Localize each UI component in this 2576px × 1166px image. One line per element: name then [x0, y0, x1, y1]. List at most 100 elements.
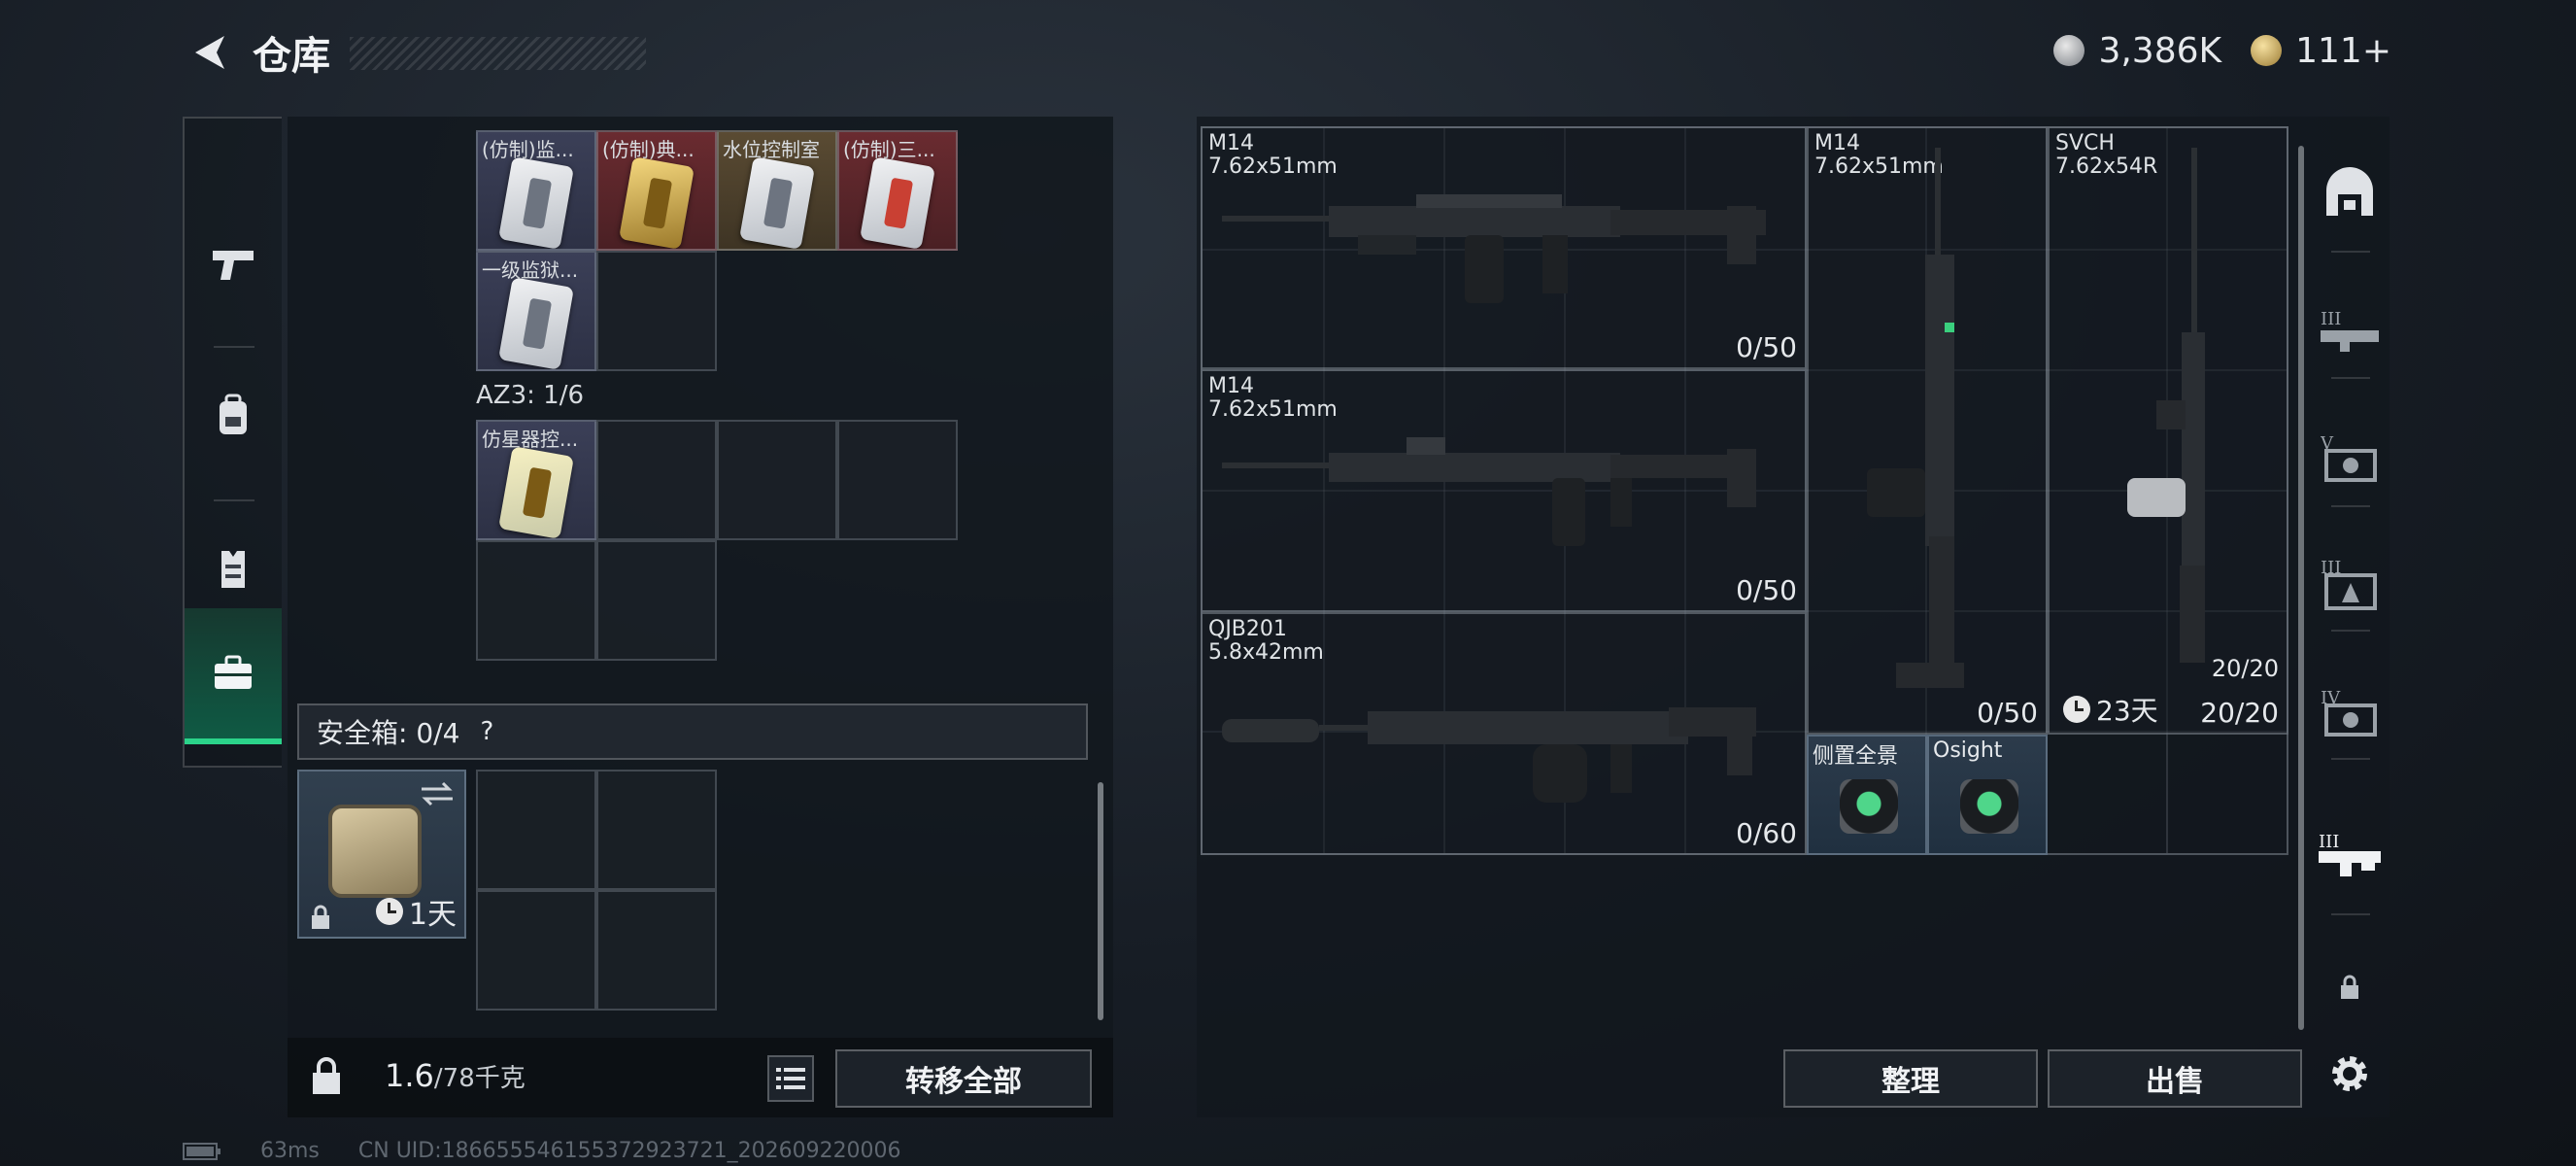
right-scrollbar[interactable] [2298, 146, 2304, 1030]
silver-coin-icon [2053, 35, 2085, 66]
rail-pistol[interactable] [185, 196, 282, 332]
stash-tabs: III V III IV III [2310, 117, 2390, 1117]
ammo-count: 0/50 [1736, 574, 1797, 606]
attachment-side-scope[interactable]: 侧置全景 [1807, 735, 1927, 855]
transfer-all-button[interactable]: 转移全部 [835, 1049, 1092, 1108]
svg-text:III: III [2319, 832, 2339, 852]
clock-icon [375, 898, 403, 925]
left-scrollbar[interactable] [1098, 782, 1103, 1020]
empty-slot[interactable] [596, 251, 717, 371]
empty-slot[interactable] [596, 890, 717, 1011]
gold-coin-icon [2251, 35, 2283, 66]
left-bottom-bar: 1.6/78千克 转移全部 [288, 1038, 1113, 1117]
settings-button[interactable] [2310, 1040, 2390, 1108]
empty-slot[interactable] [596, 770, 717, 890]
ammo-count: 20/20 [2200, 697, 2279, 729]
tab-locked[interactable] [2310, 929, 2390, 1046]
sell-button[interactable]: 出售 [2048, 1049, 2302, 1108]
list-view-button[interactable] [767, 1055, 814, 1102]
lock-icon [312, 905, 329, 929]
list-icon [776, 1068, 805, 1089]
rifle-icon [1222, 194, 1766, 303]
status-footer: 63ms CN UID:1866555461553729237​21_20260… [183, 1139, 901, 1163]
tier4-icon: IV [2321, 688, 2377, 737]
ammo-count: 0/50 [1736, 331, 1797, 363]
uid: CN UID:1866555461553729237​21_2026092200… [357, 1139, 901, 1163]
safebox-bar: 安全箱: 0/4 ? [297, 703, 1088, 760]
az3-item-1[interactable]: 仿星器控... [476, 420, 596, 540]
gold-amount[interactable]: 111+ [2295, 31, 2391, 71]
swap-icon[interactable] [420, 779, 455, 808]
tab-tier4[interactable]: IV [2310, 653, 2390, 770]
weight-display: 1.6/78千克 [385, 1057, 525, 1094]
ammo-count: 0/50 [1977, 697, 2038, 729]
weapon-m14-2[interactable]: M14 7.62x51mm 0/50 [1201, 369, 1807, 612]
home-icon [2326, 167, 2373, 216]
currency-display: 3,386K 111+ [2042, 27, 2403, 74]
rail-backpack[interactable] [185, 348, 282, 484]
tier3-icon: III [2321, 558, 2377, 610]
tab-tier3-gun[interactable]: III [2310, 272, 2390, 389]
rifle-icon [1867, 148, 1964, 688]
tab-tier5[interactable]: V [2310, 398, 2390, 515]
safebox-item[interactable]: 1天 [297, 770, 466, 939]
safebox-timer: 1天 [375, 890, 457, 933]
weapon-timer: 23天 [2063, 690, 2158, 729]
toolbox-icon [215, 655, 252, 689]
tab-gun-rack[interactable]: III [2310, 797, 2390, 913]
tier5-icon: V [2321, 433, 2377, 482]
red-dot-sight-icon [1960, 779, 2018, 834]
empty-slot[interactable] [476, 890, 596, 1011]
empty-slot[interactable] [717, 420, 837, 540]
tab-tier3[interactable]: III [2310, 525, 2390, 641]
keycard-icon [498, 156, 574, 249]
weapon-name: M14 7.62x51mm [1208, 374, 1338, 422]
lock-icon [2341, 975, 2358, 999]
page-title: 仓库 [253, 34, 330, 79]
tab-home[interactable] [2310, 136, 2390, 253]
ammo-count: 0/60 [1736, 817, 1797, 849]
back-button[interactable] [183, 21, 237, 84]
attachment-osight[interactable]: Osight [1927, 735, 2048, 855]
container-item-1[interactable]: (仿制)监... [476, 130, 596, 251]
sniper-rifle-icon [2127, 148, 2205, 663]
container-item-3[interactable]: 水位控制室 [717, 130, 837, 251]
safe-case-icon [328, 805, 422, 898]
pistol-icon [213, 251, 254, 280]
container-item-5[interactable]: 一级监狱... [476, 251, 596, 371]
container-item-2[interactable]: (仿制)典... [596, 130, 717, 251]
container-item-4[interactable]: (仿制)三... [837, 130, 958, 251]
empty-slot[interactable] [596, 540, 717, 661]
gun-rack-icon: III [2319, 832, 2381, 876]
keycard-icon [498, 446, 574, 538]
backpack-icon [220, 394, 247, 434]
weapon-qjb201[interactable]: QJB201 5.8x42mm 0/60 [1201, 612, 1857, 855]
scope-icon [1840, 779, 1898, 834]
ammo-count-top: 20/20 [2211, 655, 2279, 682]
empty-slot[interactable] [476, 770, 596, 890]
az3-label: AZ3: 1/6 [476, 381, 585, 410]
safebox-label: 安全箱: 0/4 [317, 717, 460, 749]
sort-button[interactable]: 整理 [1783, 1049, 2038, 1108]
weapon-m14-3[interactable]: M14 7.62x51mm 0/50 [1807, 126, 2048, 735]
rifle-icon [1222, 437, 1756, 546]
keycard-icon [739, 156, 815, 249]
gear-icon [2332, 1056, 2367, 1091]
empty-slot[interactable] [596, 420, 717, 540]
lock-icon [313, 1057, 340, 1094]
tier3-gun-icon: III [2321, 309, 2379, 352]
help-button[interactable]: ? [469, 714, 504, 749]
vest-icon [221, 551, 245, 588]
back-arrow-icon [195, 36, 224, 69]
empty-slot[interactable] [476, 540, 596, 661]
clock-icon [2063, 696, 2090, 723]
weapon-m14-1[interactable]: M14 7.62x51mm 0/50 [1201, 126, 1807, 369]
weapon-name: QJB201 5.8x42mm [1208, 617, 1324, 665]
empty-slot[interactable] [837, 420, 958, 540]
lock-button[interactable] [297, 1047, 356, 1106]
rail-toolbox[interactable] [185, 608, 282, 744]
battery-icon [183, 1142, 220, 1160]
ping: 63ms [260, 1139, 320, 1163]
weapon-svch[interactable]: SVCH 7.62x54R 20/20 20/20 23天 [2048, 126, 2288, 735]
svg-text:III: III [2321, 309, 2341, 329]
